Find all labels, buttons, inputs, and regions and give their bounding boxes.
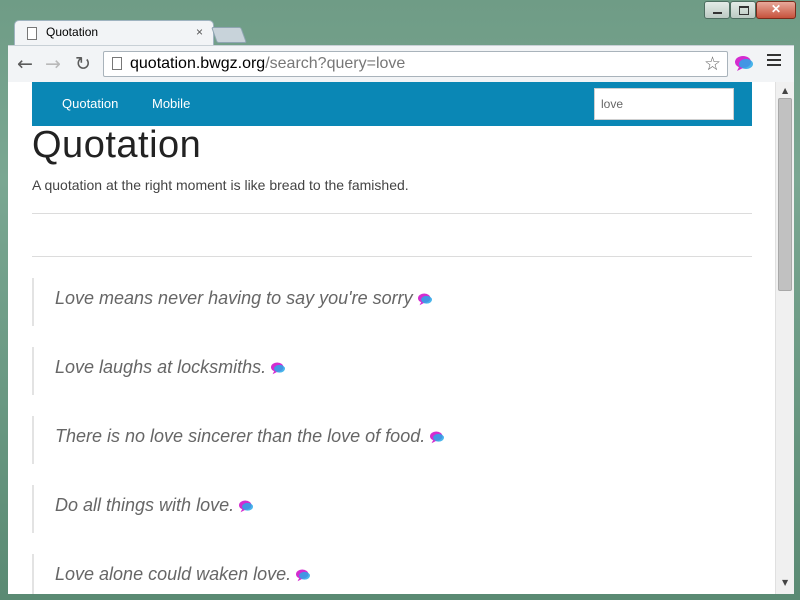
chat-bubble-icon[interactable] <box>270 361 286 375</box>
quote-item: Do all things with love. <box>32 485 254 533</box>
page-icon <box>27 27 37 40</box>
chat-bubble-icon[interactable] <box>429 430 445 444</box>
tab-title: Quotation <box>46 25 99 39</box>
divider <box>32 213 752 214</box>
quote-text: Love laughs at locksmiths. <box>55 357 267 377</box>
address-bar[interactable]: quotation.bwgz.org/search?query=love ☆ <box>103 51 728 77</box>
quote-text: Do all things with love. <box>55 495 235 515</box>
quote-text: There is no love sincerer than the love … <box>55 426 426 446</box>
quote-item: Love laughs at locksmiths. <box>32 347 286 395</box>
nav-link-mobile[interactable]: Mobile <box>152 96 190 111</box>
url-host: quotation.bwgz.org <box>130 55 266 72</box>
nav-link-quotation[interactable]: Quotation <box>62 96 118 111</box>
close-window-button[interactable]: ✕ <box>756 1 796 19</box>
menu-icon[interactable] <box>767 54 781 67</box>
maximize-button[interactable] <box>730 1 756 19</box>
quote-item: Love means never having to say you're so… <box>32 278 432 326</box>
forward-arrow-icon[interactable]: → <box>42 53 64 75</box>
address-url[interactable]: quotation.bwgz.org/search?query=love <box>130 55 405 73</box>
page-tagline: A quotation at the right moment is like … <box>32 177 409 193</box>
page-viewport: Quotation Mobile Quotation A quotation a… <box>8 82 794 594</box>
quote-item: Love alone could waken love. <box>32 554 311 594</box>
tab-quotation[interactable]: Quotation × <box>14 20 214 46</box>
chat-bubble-icon[interactable] <box>238 499 254 513</box>
chat-bubble-icon[interactable] <box>295 568 311 582</box>
minimize-button[interactable] <box>704 1 730 19</box>
site-navbar: Quotation Mobile <box>32 82 752 126</box>
new-tab-button[interactable] <box>211 27 247 43</box>
page-title: Quotation <box>32 124 202 166</box>
close-icon: ✕ <box>771 2 782 16</box>
quote-item: There is no love sincerer than the love … <box>32 416 445 464</box>
quote-text: Love alone could waken love. <box>55 564 292 584</box>
search-input[interactable] <box>594 88 734 120</box>
chat-bubble-icon[interactable] <box>417 292 433 306</box>
reload-icon[interactable]: ↻ <box>72 53 94 75</box>
chat-bubble-icon[interactable] <box>734 54 754 72</box>
url-path: /search?query=love <box>265 55 406 72</box>
vertical-scrollbar[interactable]: ▲ ▼ <box>775 82 794 594</box>
star-icon[interactable]: ☆ <box>704 53 721 75</box>
scrollbar-thumb[interactable] <box>778 98 792 291</box>
scroll-up-arrow-icon[interactable]: ▲ <box>782 86 788 95</box>
page-icon <box>112 57 122 70</box>
scroll-down-arrow-icon[interactable]: ▼ <box>782 578 788 587</box>
divider <box>32 256 752 257</box>
tab-close-button[interactable]: × <box>196 25 203 39</box>
quote-text: Love means never having to say you're so… <box>55 288 413 308</box>
back-arrow-icon[interactable]: ← <box>14 53 36 75</box>
browser-toolbar: ← → ↻ quotation.bwgz.org/search?query=lo… <box>8 45 794 83</box>
